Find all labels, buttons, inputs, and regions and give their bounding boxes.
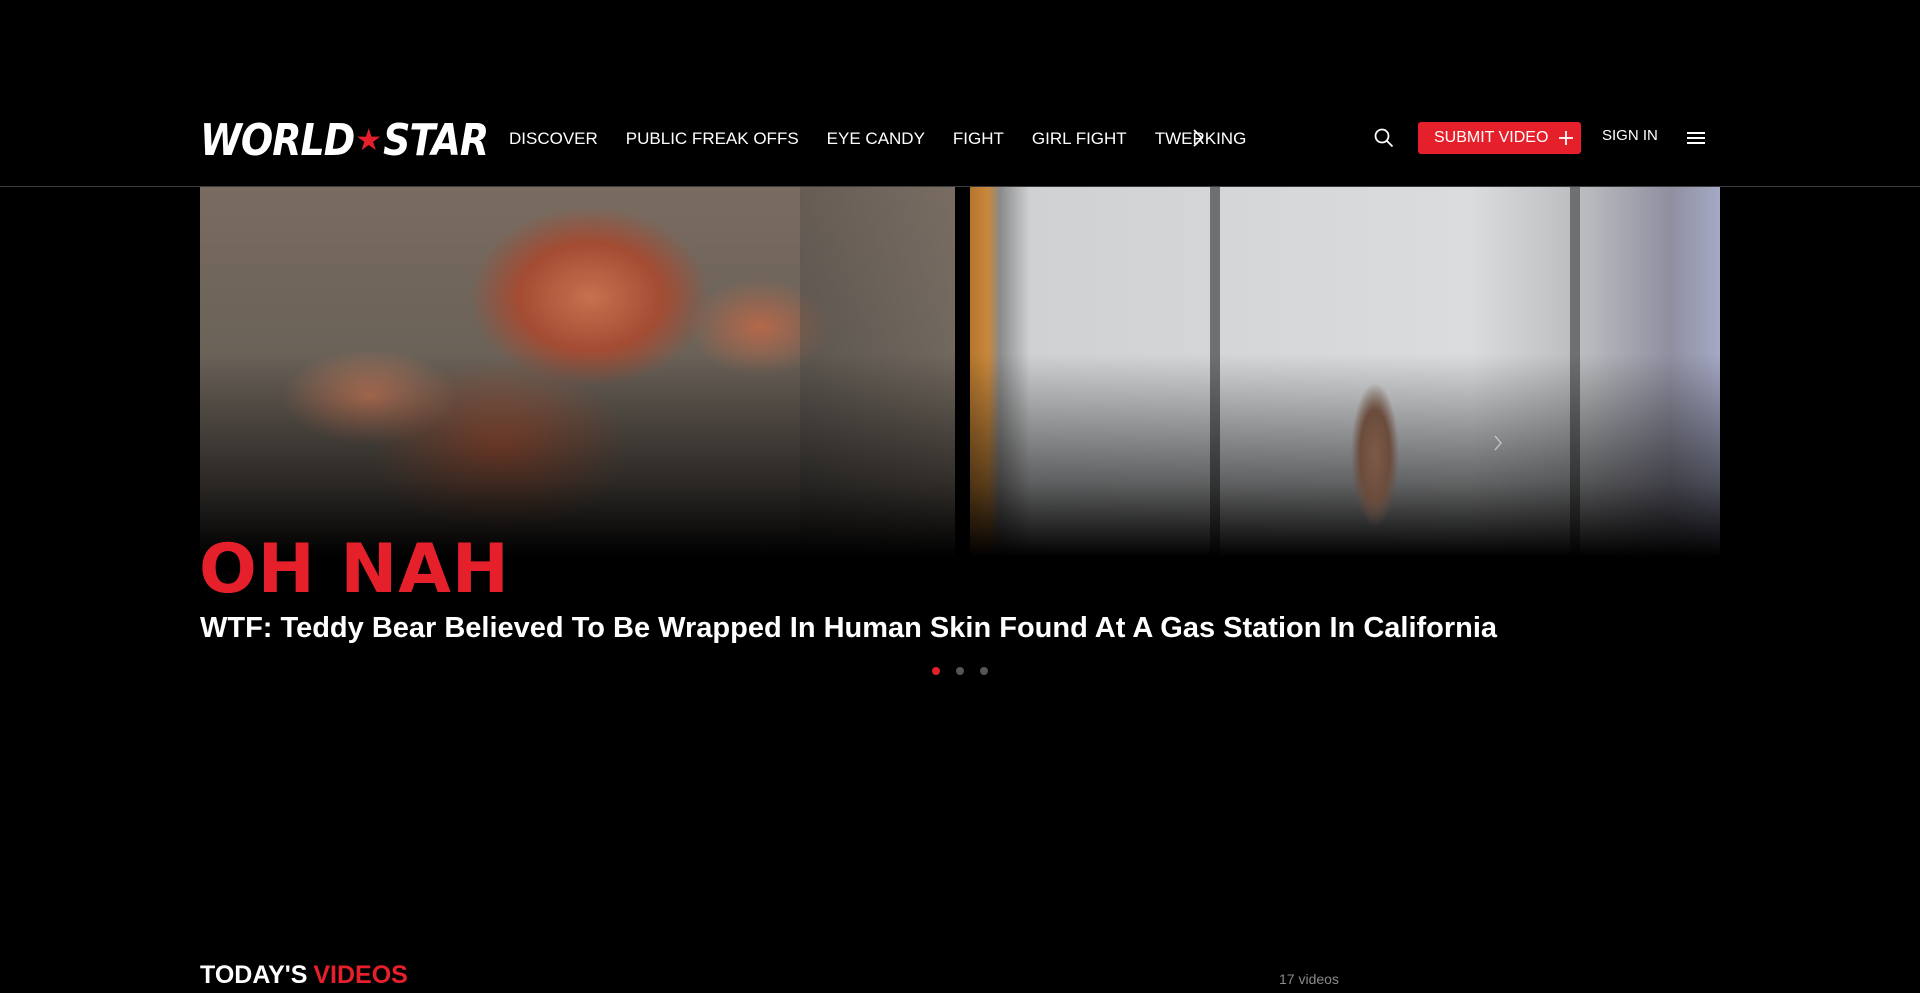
logo-star-icon: ★ [355, 123, 383, 157]
nav-item-discover[interactable]: DISCOVER [509, 129, 598, 149]
section-title-part1: TODAY'S [200, 961, 308, 989]
hero-carousel[interactable] [200, 187, 1720, 557]
logo-text-left: WORLD [200, 114, 355, 166]
sign-in-link[interactable]: SIGN IN [1602, 127, 1658, 144]
video-count: 17 videos [1279, 971, 1339, 987]
section-title-todays-videos: TODAY'S VIDEOS [200, 961, 408, 990]
submit-video-button[interactable]: SUBMIT VIDEO [1418, 122, 1581, 154]
menu-button[interactable] [1684, 126, 1708, 150]
worldstar-logo[interactable]: WORLD ★ STAR [200, 114, 489, 166]
nav-item-eye-candy[interactable]: EYE CANDY [827, 129, 925, 149]
chevron-right-icon [1193, 129, 1204, 147]
section-title-part2: VIDEOS [313, 961, 408, 989]
nav-item-fight[interactable]: FIGHT [953, 129, 1004, 149]
nav-scroll-right-button[interactable] [1186, 124, 1210, 152]
hero-gradient-overlay [200, 187, 1720, 557]
hero-headline[interactable]: WTF: Teddy Bear Believed To Be Wrapped I… [200, 612, 1497, 645]
carousel-dot-1[interactable] [932, 667, 940, 675]
carousel-next-button[interactable] [1490, 430, 1506, 456]
main-nav: DISCOVER PUBLIC FREAK OFFS EYE CANDY FIG… [509, 126, 1274, 152]
carousel-dot-2[interactable] [956, 667, 964, 675]
carousel-dot-3[interactable] [980, 667, 988, 675]
hero-kicker[interactable]: OH NAH [199, 530, 510, 609]
nav-item-public-freak-offs[interactable]: PUBLIC FREAK OFFS [626, 129, 799, 149]
nav-item-girl-fight[interactable]: GIRL FIGHT [1032, 129, 1127, 149]
search-icon [1374, 128, 1394, 148]
logo-text-right: STAR [383, 114, 489, 166]
hero-image-bear-figure [1345, 360, 1405, 550]
plus-icon [1558, 130, 1574, 146]
site-header: WORLD ★ STAR DISCOVER PUBLIC FREAK OFFS … [0, 0, 1920, 187]
carousel-dots [932, 667, 988, 675]
hamburger-menu-icon [1687, 132, 1705, 144]
chevron-right-icon [1494, 435, 1502, 451]
submit-video-label: SUBMIT VIDEO [1434, 129, 1549, 146]
search-button[interactable] [1372, 125, 1396, 151]
